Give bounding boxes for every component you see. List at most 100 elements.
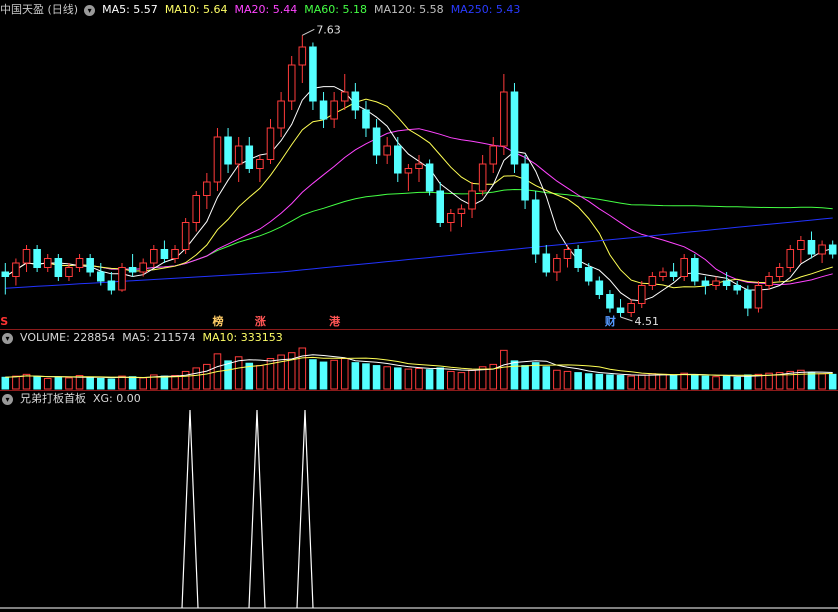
volume-bar xyxy=(807,372,816,390)
volume-bar xyxy=(691,374,699,390)
price-legend: 中国天盈 (日线) ▾ MA5: 5.57 MA10: 5.64 MA20: 5.4… xyxy=(0,2,527,18)
ma-labels: MA5: 5.57 MA10: 5.64 MA20: 5.44 MA60: 5.18 M… xyxy=(102,2,527,18)
candle-body xyxy=(298,46,307,66)
candle-body xyxy=(457,208,466,214)
volume-bar xyxy=(754,373,763,390)
volume-bar xyxy=(733,376,742,390)
legend-value: MA10: 5.64 xyxy=(164,3,228,16)
volume-bar xyxy=(712,376,720,390)
candle-body xyxy=(139,262,147,273)
legend-value: MA120: 5.58 xyxy=(373,3,444,16)
volume-bar xyxy=(415,368,423,390)
candle-body xyxy=(340,91,349,102)
volume-bar xyxy=(139,377,147,390)
chevron-down-icon[interactable]: ▾ xyxy=(2,393,13,405)
xg-signal-spike xyxy=(296,409,314,609)
candle-body xyxy=(786,249,795,268)
candle-body xyxy=(691,258,699,282)
volume-bar xyxy=(744,374,752,390)
volume-bar xyxy=(319,361,328,390)
chart-canvas: 7.63 4.51 S 榜 涨 港 财 xyxy=(0,23,838,609)
chevron-down-icon[interactable]: ▾ xyxy=(2,332,13,344)
candle-body xyxy=(510,91,519,165)
candle-body xyxy=(86,258,94,273)
volume-bar xyxy=(627,375,635,390)
candle-body xyxy=(12,262,20,277)
candle-body xyxy=(383,145,391,156)
candle-body xyxy=(181,222,190,250)
chevron-down-icon[interactable]: ▾ xyxy=(84,4,96,16)
candle-body xyxy=(266,127,275,160)
volume-bar xyxy=(203,363,211,390)
low-price-label-pointer xyxy=(620,316,633,322)
volume-bar xyxy=(425,369,434,390)
candle-body xyxy=(160,249,169,259)
indicator-panel xyxy=(0,409,838,609)
candle-body xyxy=(765,276,773,286)
volume-bar xyxy=(553,369,561,390)
legend-value: MA250: 5.43 xyxy=(450,3,521,16)
ma250-line xyxy=(5,217,833,289)
volume-bar xyxy=(648,373,657,390)
event-marker: 榜 xyxy=(212,314,223,328)
volume-bar xyxy=(107,378,116,390)
candle-body xyxy=(648,276,657,286)
candle-body xyxy=(43,258,52,268)
volume-bar xyxy=(393,367,402,390)
candle-body xyxy=(754,285,763,309)
candle-body xyxy=(22,249,31,264)
volume-bar xyxy=(330,359,338,390)
volume-bar xyxy=(128,376,137,390)
candle-body xyxy=(680,258,688,277)
volume-bar xyxy=(340,358,349,390)
candle-body xyxy=(807,240,816,255)
candle-body xyxy=(489,145,498,165)
volume-bar xyxy=(637,374,646,390)
candle-body xyxy=(192,195,201,223)
candle-body xyxy=(669,271,678,277)
volume-legend: ▾ VOLUME: 228854 MA5: 211574 MA10: 333153 xyxy=(0,330,290,346)
volume-bar xyxy=(181,370,190,390)
volume-panel xyxy=(1,347,837,390)
volume-bar xyxy=(43,377,52,390)
candle-body xyxy=(213,136,222,183)
candle-body xyxy=(351,91,360,111)
candle-body xyxy=(722,280,731,286)
candle-body xyxy=(553,258,561,273)
volume-bar xyxy=(86,376,94,390)
candle-body xyxy=(818,244,826,255)
indicator-legend: ▾ 兄弟打板首板 XG: 0.00 xyxy=(0,391,148,407)
candle-body xyxy=(54,258,63,277)
event-marker: S xyxy=(0,315,8,328)
candle-body xyxy=(500,91,508,147)
volume-bar xyxy=(298,347,307,390)
volume-bar xyxy=(457,372,466,390)
candle-body xyxy=(542,253,551,273)
candle-body xyxy=(531,199,540,255)
volume-bar xyxy=(192,367,201,390)
volume-labels: VOLUME: 228854 MA5: 211574 MA10: 333153 xyxy=(20,330,290,346)
legend-value: MA10: 333153 xyxy=(202,331,283,344)
stock-title: 中国天盈 (日线) xyxy=(0,3,79,16)
ma10-line xyxy=(5,98,833,289)
volume-bar xyxy=(701,375,710,390)
volume-bar xyxy=(436,367,445,390)
candle-body xyxy=(234,145,243,165)
candle-body xyxy=(1,271,10,277)
candle-body xyxy=(744,289,752,309)
candle-body xyxy=(107,280,116,291)
volume-bar xyxy=(362,363,370,390)
volume-bar xyxy=(616,375,625,390)
legend-value: MA5: 211574 xyxy=(122,331,196,344)
candle-body xyxy=(436,190,445,223)
candle-body xyxy=(372,127,381,156)
candle-body xyxy=(563,249,572,259)
volume-bar xyxy=(574,372,582,390)
volume-bar xyxy=(372,365,381,390)
candle-body xyxy=(606,294,614,309)
candle-body xyxy=(171,249,179,259)
volume-bar xyxy=(606,374,614,390)
volume-bar xyxy=(680,372,688,390)
candle-body xyxy=(701,280,710,286)
candle-body xyxy=(245,145,254,169)
